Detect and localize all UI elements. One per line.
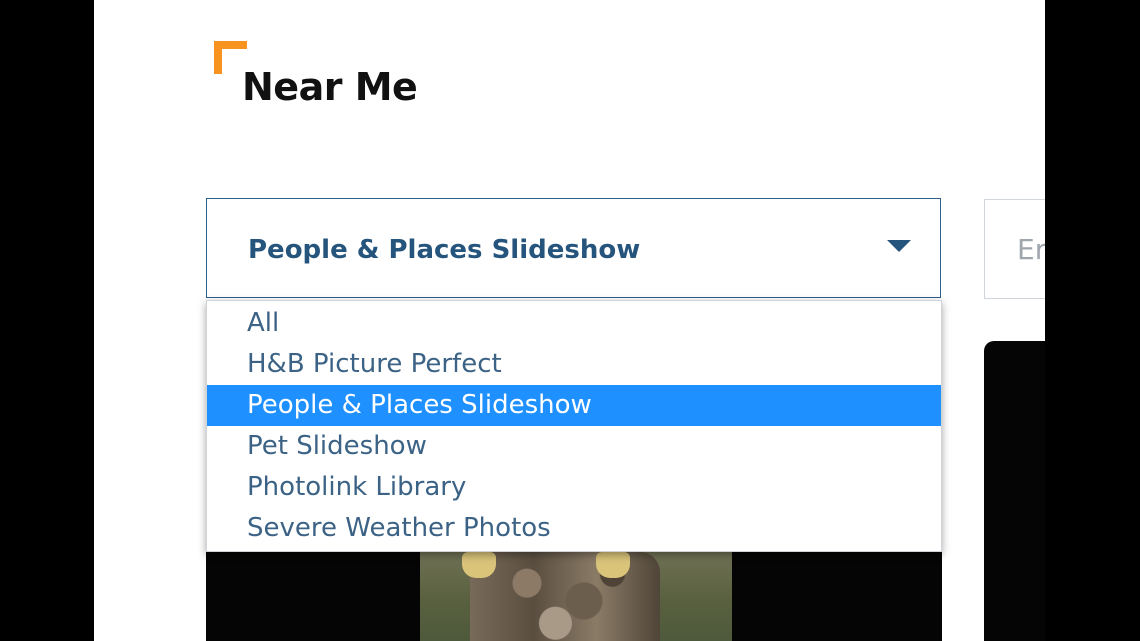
side-media-panel[interactable] [984, 341, 1045, 641]
option-severe-weather-photos[interactable]: Severe Weather Photos [207, 508, 941, 549]
gallery-photo-card[interactable] [206, 552, 942, 641]
search-input[interactable] [984, 199, 1045, 299]
option-all[interactable]: All [207, 303, 941, 344]
option-people-places-slideshow[interactable]: People & Places Slideshow [207, 385, 941, 426]
page-title: Near Me [242, 65, 418, 109]
page-content: Near Me People & Places Slideshow All H&… [94, 0, 1045, 641]
photo-subject [470, 552, 660, 641]
option-pet-slideshow[interactable]: Pet Slideshow [207, 426, 941, 467]
gallery-photo[interactable] [420, 552, 732, 641]
gallery-select[interactable]: People & Places Slideshow [206, 198, 941, 298]
chevron-down-icon[interactable] [887, 240, 911, 252]
option-hb-picture-perfect[interactable]: H&B Picture Perfect [207, 344, 941, 385]
photo-detail [462, 552, 496, 578]
gallery-dropdown-list: All H&B Picture Perfect People & Places … [206, 300, 942, 552]
photo-detail [596, 552, 630, 578]
option-photolink-library[interactable]: Photolink Library [207, 467, 941, 508]
gallery-select-value: People & Places Slideshow [248, 235, 641, 265]
